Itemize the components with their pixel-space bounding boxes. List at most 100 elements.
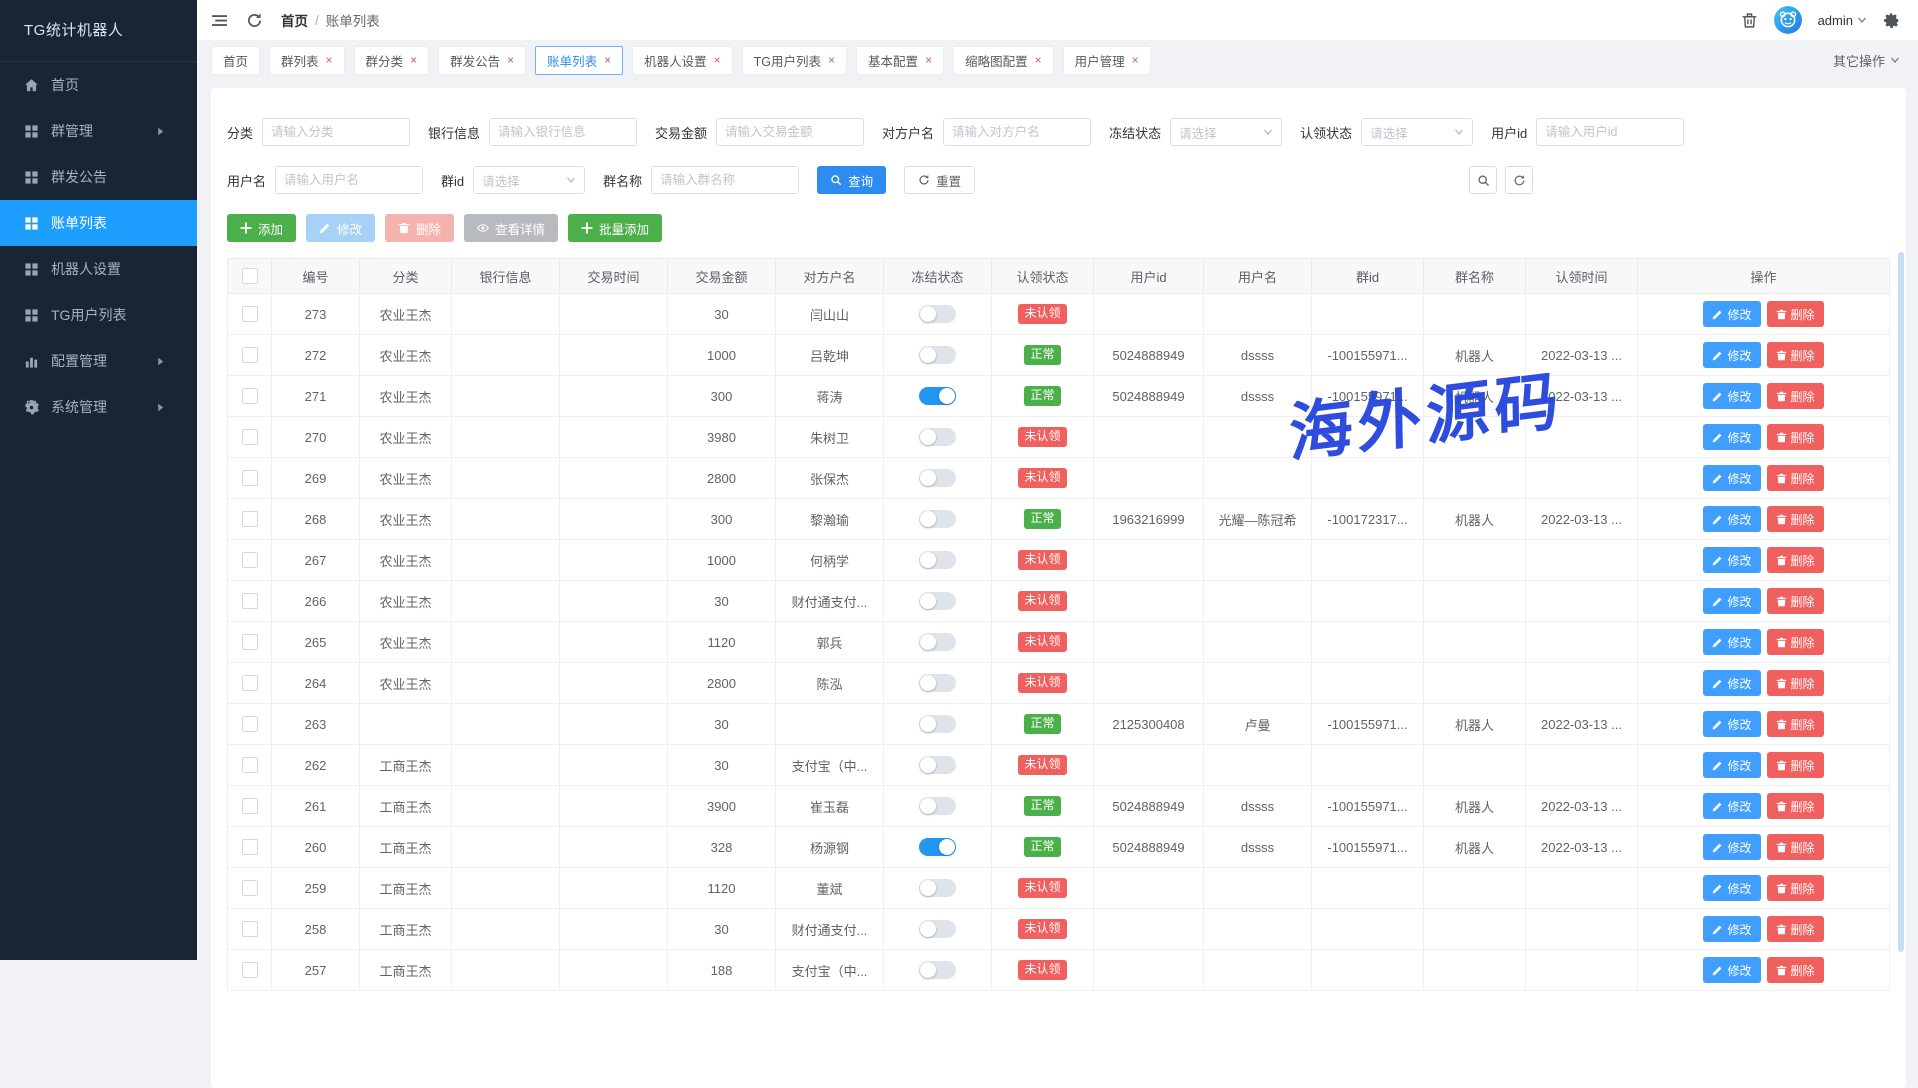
tab[interactable]: 首页	[211, 46, 260, 75]
edit-button[interactable]: 修改	[1703, 588, 1760, 614]
column-header[interactable]: 交易时间	[560, 259, 668, 294]
row-checkbox[interactable]	[242, 921, 258, 937]
frozen-toggle[interactable]	[919, 674, 956, 692]
delete-button[interactable]: 删除	[1767, 547, 1824, 573]
tab[interactable]: 用户管理×	[1063, 46, 1151, 75]
delete-button[interactable]: 删除	[1767, 834, 1824, 860]
delete-button[interactable]: 删除	[1767, 588, 1824, 614]
close-tab-icon[interactable]: ×	[507, 54, 514, 66]
avatar[interactable]	[1774, 6, 1802, 34]
row-checkbox[interactable]	[242, 470, 258, 486]
edit-button[interactable]: 修改	[1703, 752, 1760, 778]
toolbar-button[interactable]: 添加	[227, 214, 296, 242]
filter-input[interactable]	[262, 118, 410, 146]
filter-input[interactable]	[1536, 118, 1684, 146]
edit-button[interactable]: 修改	[1703, 301, 1760, 327]
delete-button[interactable]: 删除	[1767, 342, 1824, 368]
tab[interactable]: 机器人设置×	[632, 46, 733, 75]
column-header[interactable]: 认领时间	[1526, 259, 1638, 294]
frozen-toggle[interactable]	[919, 633, 956, 651]
close-tab-icon[interactable]: ×	[925, 54, 932, 66]
row-checkbox[interactable]	[242, 593, 258, 609]
row-checkbox[interactable]	[242, 962, 258, 978]
column-header[interactable]: 群id	[1312, 259, 1424, 294]
filter-select[interactable]: 请选择	[1361, 118, 1473, 146]
close-tab-icon[interactable]: ×	[326, 54, 333, 66]
table-search-button[interactable]	[1469, 166, 1497, 194]
frozen-toggle[interactable]	[919, 469, 956, 487]
sidebar-item[interactable]: TG用户列表	[0, 292, 197, 338]
column-header[interactable]: 群名称	[1424, 259, 1526, 294]
row-checkbox[interactable]	[242, 511, 258, 527]
toolbar-button[interactable]: 修改	[306, 214, 375, 242]
row-checkbox[interactable]	[242, 798, 258, 814]
frozen-toggle[interactable]	[919, 838, 956, 856]
close-tab-icon[interactable]: ×	[410, 54, 417, 66]
delete-button[interactable]: 删除	[1767, 465, 1824, 491]
filter-input[interactable]	[943, 118, 1091, 146]
edit-button[interactable]: 修改	[1703, 670, 1760, 696]
sidebar-item[interactable]: 配置管理	[0, 338, 197, 384]
delete-button[interactable]: 删除	[1767, 711, 1824, 737]
frozen-toggle[interactable]	[919, 961, 956, 979]
row-checkbox[interactable]	[242, 429, 258, 445]
column-header[interactable]: 交易金额	[668, 259, 776, 294]
filter-select[interactable]: 请选择	[473, 166, 585, 194]
sidebar-item[interactable]: 机器人设置	[0, 246, 197, 292]
delete-button[interactable]: 删除	[1767, 957, 1824, 983]
gear-icon[interactable]	[1883, 12, 1900, 29]
filter-input[interactable]	[716, 118, 864, 146]
frozen-toggle[interactable]	[919, 592, 956, 610]
row-checkbox[interactable]	[242, 634, 258, 650]
close-tab-icon[interactable]: ×	[1132, 54, 1139, 66]
column-header[interactable]: 用户名	[1204, 259, 1312, 294]
select-all-checkbox[interactable]	[242, 268, 258, 284]
edit-button[interactable]: 修改	[1703, 957, 1760, 983]
sidebar-item[interactable]: 系统管理	[0, 384, 197, 430]
delete-button[interactable]: 删除	[1767, 916, 1824, 942]
toolbar-button[interactable]: 批量添加	[568, 214, 662, 242]
delete-button[interactable]: 删除	[1767, 629, 1824, 655]
more-actions-dropdown[interactable]: 其它操作	[1833, 51, 1900, 70]
row-checkbox[interactable]	[242, 880, 258, 896]
column-header[interactable]: 银行信息	[452, 259, 560, 294]
frozen-toggle[interactable]	[919, 305, 956, 323]
filter-select[interactable]: 请选择	[1170, 118, 1282, 146]
frozen-toggle[interactable]	[919, 879, 956, 897]
tab[interactable]: 群分类×	[354, 46, 430, 75]
close-tab-icon[interactable]: ×	[714, 54, 721, 66]
tab[interactable]: 缩略图配置×	[953, 46, 1054, 75]
frozen-toggle[interactable]	[919, 428, 956, 446]
delete-button[interactable]: 删除	[1767, 424, 1824, 450]
column-header[interactable]: 操作	[1638, 259, 1890, 294]
toolbar-button[interactable]: 删除	[385, 214, 454, 242]
tab[interactable]: 群发公告×	[438, 46, 526, 75]
sidebar-item[interactable]: 首页	[0, 62, 197, 108]
delete-button[interactable]: 删除	[1767, 301, 1824, 327]
refresh-icon[interactable]	[246, 12, 263, 29]
delete-button[interactable]: 删除	[1767, 875, 1824, 901]
column-header[interactable]: 冻结状态	[884, 259, 992, 294]
delete-button[interactable]: 删除	[1767, 383, 1824, 409]
sidebar-item[interactable]: 账单列表	[0, 200, 197, 246]
column-header[interactable]: 分类	[360, 259, 452, 294]
delete-button[interactable]: 删除	[1767, 793, 1824, 819]
close-tab-icon[interactable]: ×	[604, 54, 611, 66]
filter-input[interactable]	[651, 166, 799, 194]
tab[interactable]: 群列表×	[269, 46, 345, 75]
column-header[interactable]: 用户id	[1094, 259, 1204, 294]
frozen-toggle[interactable]	[919, 797, 956, 815]
tab[interactable]: 基本配置×	[856, 46, 944, 75]
row-checkbox[interactable]	[242, 552, 258, 568]
collapse-menu-icon[interactable]	[211, 12, 228, 29]
row-checkbox[interactable]	[242, 347, 258, 363]
delete-button[interactable]: 删除	[1767, 752, 1824, 778]
frozen-toggle[interactable]	[919, 346, 956, 364]
search-button[interactable]: 查询	[817, 166, 886, 194]
row-checkbox[interactable]	[242, 306, 258, 322]
edit-button[interactable]: 修改	[1703, 793, 1760, 819]
tab[interactable]: 账单列表×	[535, 46, 623, 75]
filter-input[interactable]	[489, 118, 637, 146]
trash-icon[interactable]	[1741, 12, 1758, 29]
close-tab-icon[interactable]: ×	[1035, 54, 1042, 66]
